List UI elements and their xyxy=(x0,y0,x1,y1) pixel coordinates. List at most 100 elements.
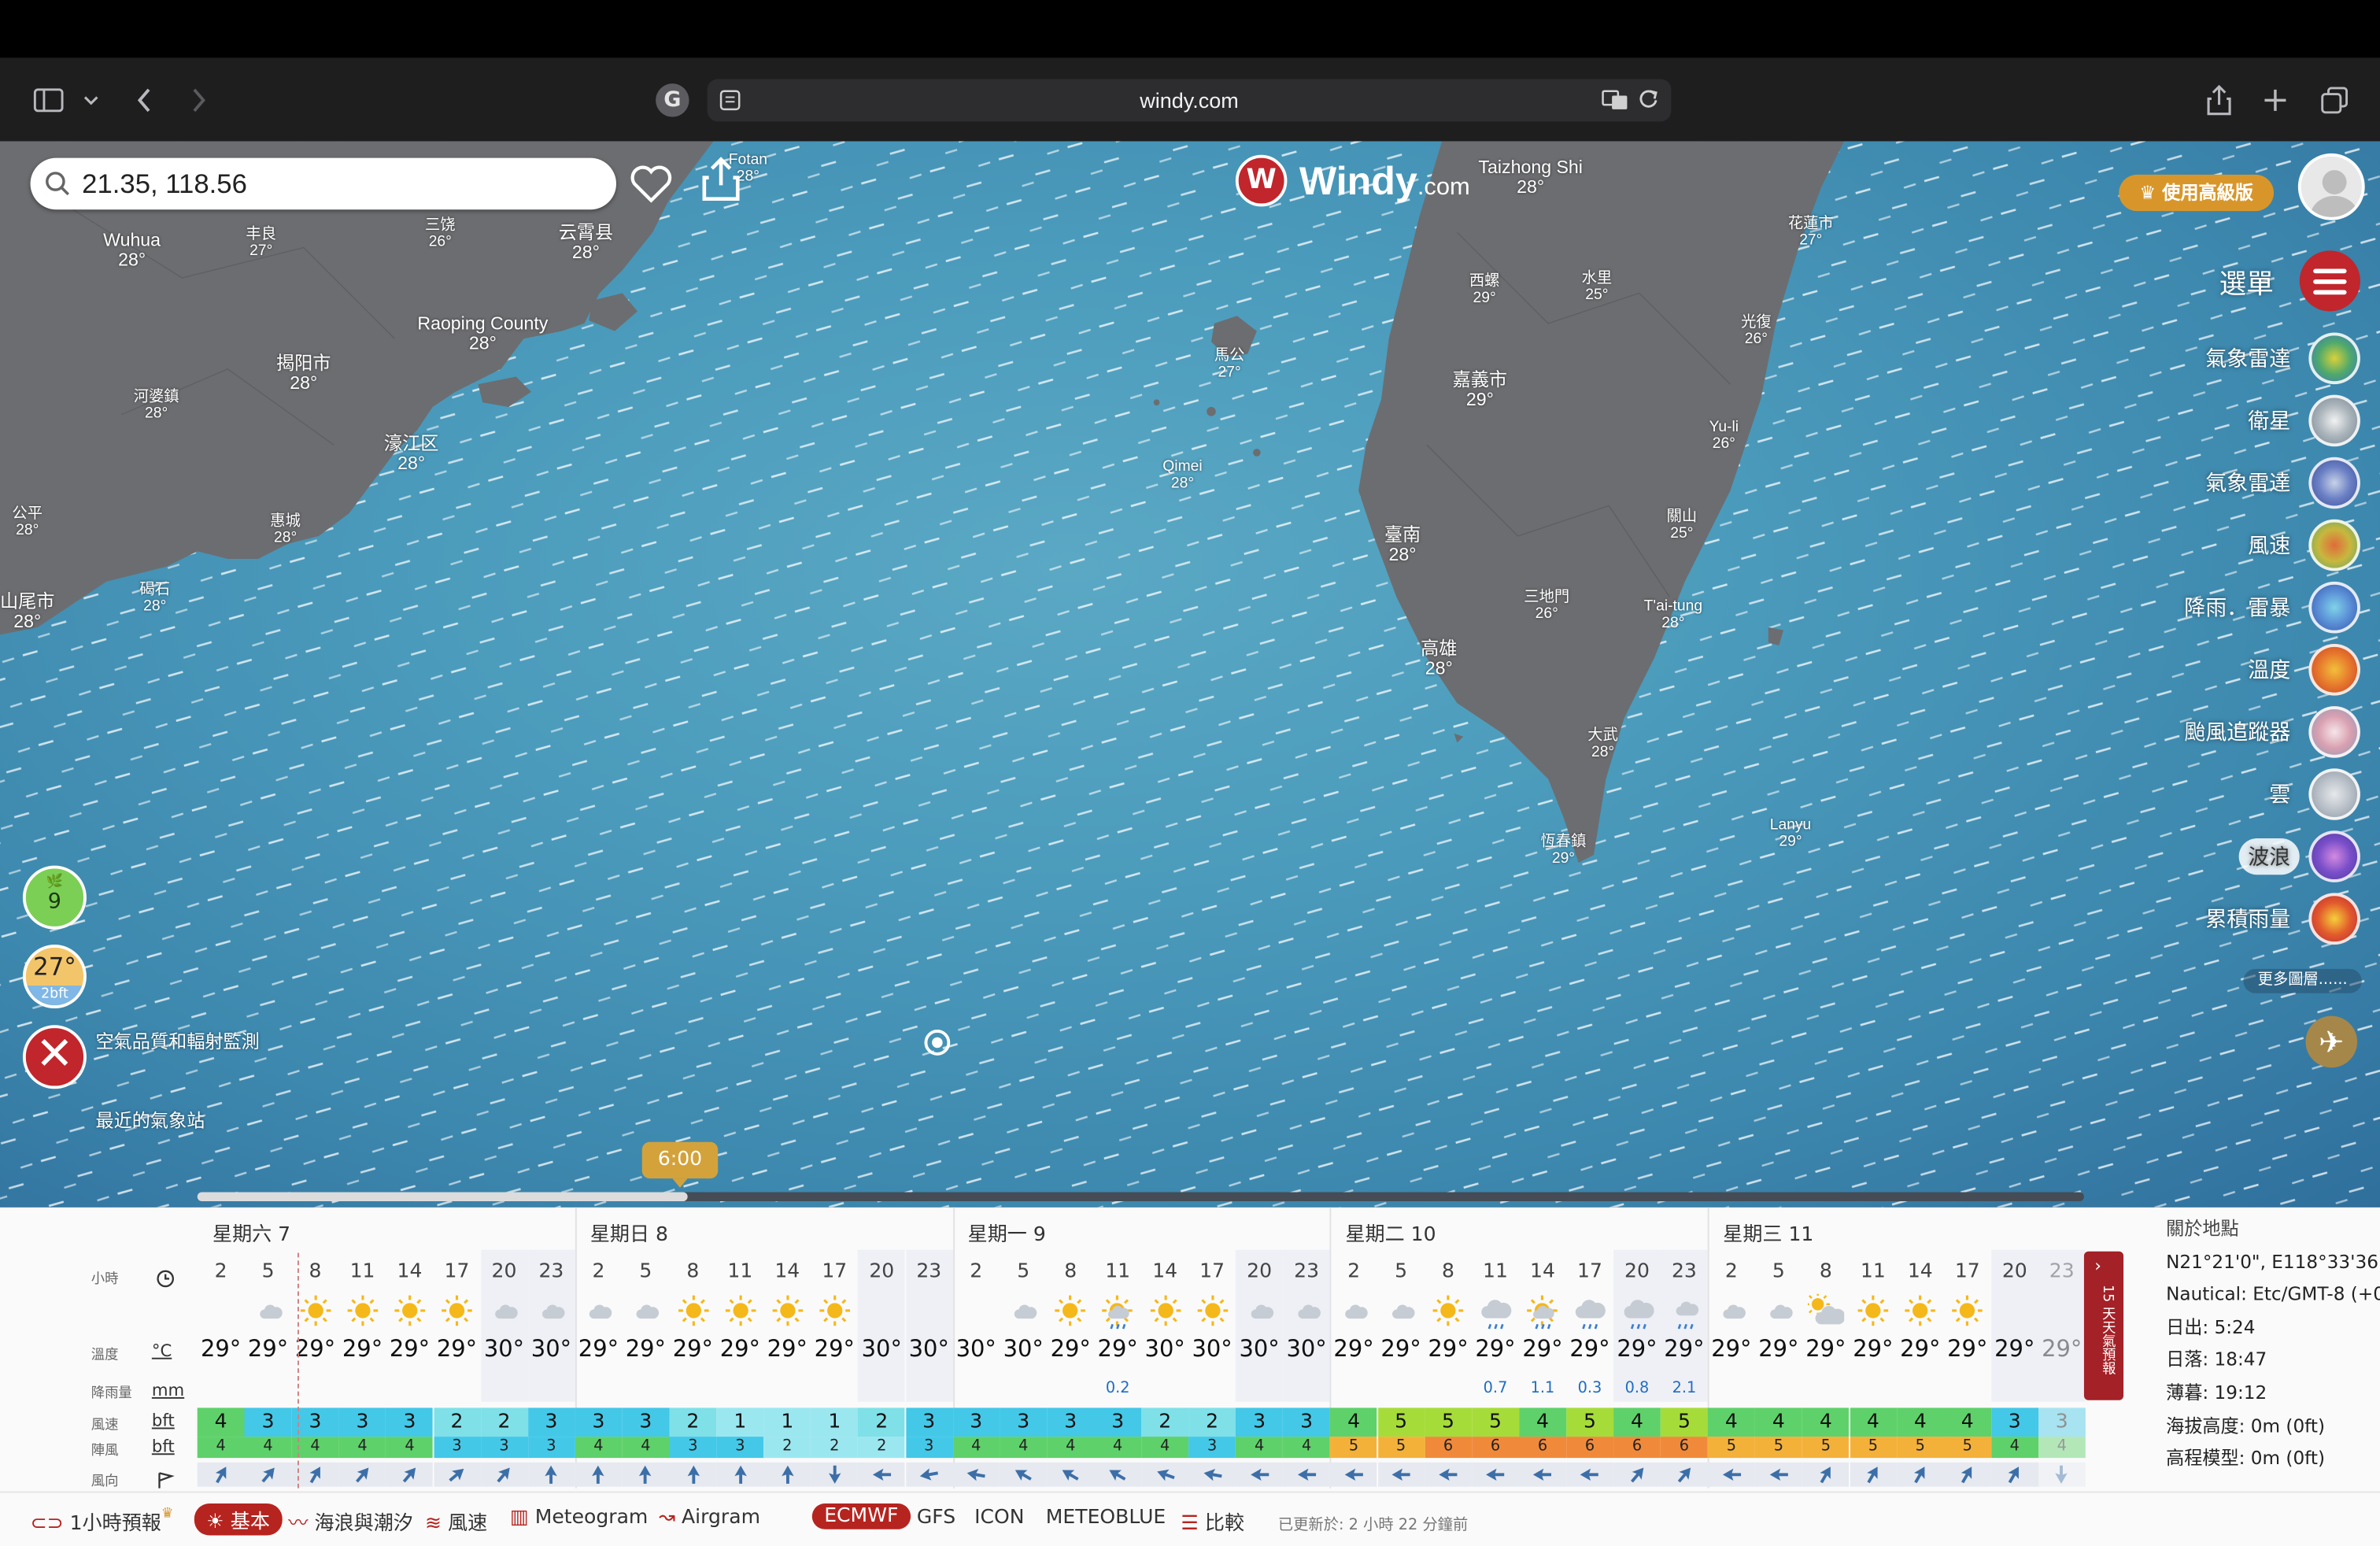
layer-label: 波浪 xyxy=(2238,838,2300,875)
reload-icon[interactable] xyxy=(1638,87,1659,117)
layer-radar[interactable]: 氣象雷達 xyxy=(2197,332,2360,385)
moon-icon xyxy=(952,1294,1000,1330)
city-label: 花蓮市 27° xyxy=(1787,215,1834,250)
layer-clouds[interactable]: 雲 xyxy=(2260,768,2360,820)
temp-cell: 30° xyxy=(1003,1334,1044,1363)
tab-meteogram[interactable]: ▥ Meteogram xyxy=(510,1507,648,1529)
day-header[interactable]: 星期六 7 xyxy=(213,1218,290,1247)
sidebar-toggle-icon[interactable] xyxy=(31,57,67,141)
wind-direction-arrow-icon xyxy=(1425,1462,1472,1487)
temp-cell: 29° xyxy=(342,1334,383,1363)
heart-icon[interactable] xyxy=(630,164,672,209)
browser-toolbar: windy.com xyxy=(0,57,2380,142)
tab-waves[interactable]: 〰 海浪與潮汐 xyxy=(288,1507,412,1536)
wind-icon xyxy=(2308,519,2360,571)
cloud-sun-icon xyxy=(1802,1293,1850,1330)
nearest-station-label[interactable]: 最近的氣象站 xyxy=(95,1107,205,1133)
city-label: 山尾市 28° xyxy=(0,590,55,632)
city-label: Yu-li 26° xyxy=(1709,419,1739,453)
airplane-icon[interactable]: ✈ xyxy=(2305,1015,2358,1068)
wind-direction-arrow-icon xyxy=(1236,1462,1284,1487)
model-gfs[interactable]: GFS xyxy=(917,1507,955,1529)
tab-wind[interactable]: ≋ 風速 xyxy=(425,1507,487,1536)
share-icon[interactable] xyxy=(2204,57,2234,141)
layer-radar-2[interactable]: 氣象雷達 xyxy=(2197,457,2360,509)
air-quality-button[interactable]: 🌿 9 xyxy=(22,865,87,930)
more-layers-button[interactable]: 更多圖層...... xyxy=(2243,968,2362,993)
sun-icon xyxy=(1425,1294,1472,1330)
gust-cell: 4 xyxy=(197,1437,245,1459)
temp-cell: 29° xyxy=(1333,1334,1374,1363)
tab-overview-icon[interactable] xyxy=(2319,57,2350,141)
day-header[interactable]: 星期三 11 xyxy=(1723,1218,1813,1247)
logo-suffix: .com xyxy=(1417,174,1470,201)
layer-wind[interactable]: 風速 xyxy=(2239,519,2360,571)
fifteen-day-button[interactable]: › 15 天天氣預報 xyxy=(2083,1251,2124,1400)
location-pin-icon[interactable] xyxy=(924,1030,951,1056)
day-header[interactable]: 星期二 10 xyxy=(1345,1218,1436,1247)
windy-logo[interactable]: W Windy .com xyxy=(1235,153,1470,208)
back-icon[interactable] xyxy=(131,57,158,141)
day-header[interactable]: 星期日 8 xyxy=(590,1218,668,1247)
forward-icon[interactable] xyxy=(185,57,213,141)
model-icon[interactable]: ICON xyxy=(974,1507,1024,1529)
wind-cell: 2 xyxy=(480,1407,528,1437)
layer-temperature[interactable]: 溫度 xyxy=(2239,644,2360,696)
layer-satellite[interactable]: 衛星 xyxy=(2239,394,2360,447)
temp-cell: 29° xyxy=(814,1334,855,1363)
temp-cell: 30° xyxy=(1144,1334,1185,1363)
gust-unit-toggle[interactable]: bft xyxy=(152,1437,175,1456)
temp-cell: 29° xyxy=(767,1334,808,1363)
rain-unit-toggle[interactable]: mm xyxy=(152,1381,184,1400)
menu-label[interactable]: 選單 xyxy=(2219,263,2274,302)
gust-cell: 3 xyxy=(433,1437,481,1459)
weather-map[interactable]: Wuhua 28° 丰良 27° 三饶 26° 云霄县 28° Fotan 28° Rao… xyxy=(0,141,2380,1208)
layer-accumulated-rain[interactable]: 累積雨量 xyxy=(2197,893,2360,945)
day-header[interactable]: 星期一 9 xyxy=(968,1218,1046,1247)
close-forecast-button[interactable]: ✕ xyxy=(22,1025,87,1089)
avatar[interactable] xyxy=(2297,153,2365,220)
layer-waves[interactable]: 波浪 xyxy=(2238,830,2360,882)
gust-cell: 4 xyxy=(575,1437,623,1459)
wind-direction-arrow-icon xyxy=(811,1462,859,1487)
hourly-toggle[interactable]: ⊂⊃ 1小時預報♛ xyxy=(31,1507,174,1536)
gust-cell: 4 xyxy=(244,1437,292,1459)
model-meteoblue[interactable]: METEOBLUE xyxy=(1046,1507,1166,1529)
hurricane-icon xyxy=(2308,706,2360,758)
hour-cell: 23 xyxy=(1294,1260,1320,1284)
model-ecmwf[interactable]: ECMWF xyxy=(811,1503,911,1529)
grammarly-icon[interactable]: G xyxy=(656,83,689,117)
sun-rain-icon xyxy=(1519,1294,1566,1330)
hour-cell: 8 xyxy=(1064,1260,1077,1284)
layer-rain-thunder[interactable]: 降雨．雷暴 xyxy=(2175,581,2360,634)
address-bar[interactable]: windy.com xyxy=(707,79,1672,122)
air-quality-label[interactable]: 空氣品質和輻射監測 xyxy=(95,1028,259,1054)
chevron-down-icon[interactable] xyxy=(79,57,103,141)
temp-cell: 29° xyxy=(1475,1334,1516,1363)
gust-cell: 6 xyxy=(1613,1437,1661,1459)
hour-cell: 2 xyxy=(1724,1260,1738,1284)
tab-basic[interactable]: ☀ 基本 xyxy=(194,1503,283,1536)
layer-hurricane-tracker[interactable]: 颱風追蹤器 xyxy=(2175,706,2360,758)
time-handle[interactable]: 6:00 xyxy=(641,1141,719,1188)
gust-cell: 4 xyxy=(386,1437,434,1459)
compare-button[interactable]: ☰ 比較 xyxy=(1181,1507,1244,1536)
hour-cell: 14 xyxy=(1152,1260,1178,1284)
temp-unit-toggle[interactable]: °C xyxy=(152,1341,172,1361)
translate-icon[interactable] xyxy=(1602,88,1629,117)
wind-unit-toggle[interactable]: bft xyxy=(152,1411,175,1430)
premium-button[interactable]: ♛ 使用高級版 xyxy=(2119,174,2274,212)
wind-direction-arrow-icon xyxy=(197,1462,245,1487)
search-input[interactable]: 21.35, 118.56 xyxy=(30,157,616,210)
hour-cell: 23 xyxy=(1671,1260,1697,1284)
wind-direction-arrow-icon xyxy=(763,1462,811,1487)
share-icon[interactable] xyxy=(700,157,742,209)
menu-button[interactable] xyxy=(2299,250,2360,312)
temp-cell: 30° xyxy=(530,1334,572,1363)
new-tab-icon[interactable] xyxy=(2262,57,2289,141)
nearest-station-button[interactable]: 27° 2bft xyxy=(22,945,87,1009)
gust-cell: 4 xyxy=(952,1437,1000,1459)
tab-airgram[interactable]: ↝ Airgram xyxy=(659,1507,760,1529)
wind-direction-arrow-icon xyxy=(1754,1462,1802,1487)
wind-direction-arrow-icon xyxy=(386,1462,434,1487)
